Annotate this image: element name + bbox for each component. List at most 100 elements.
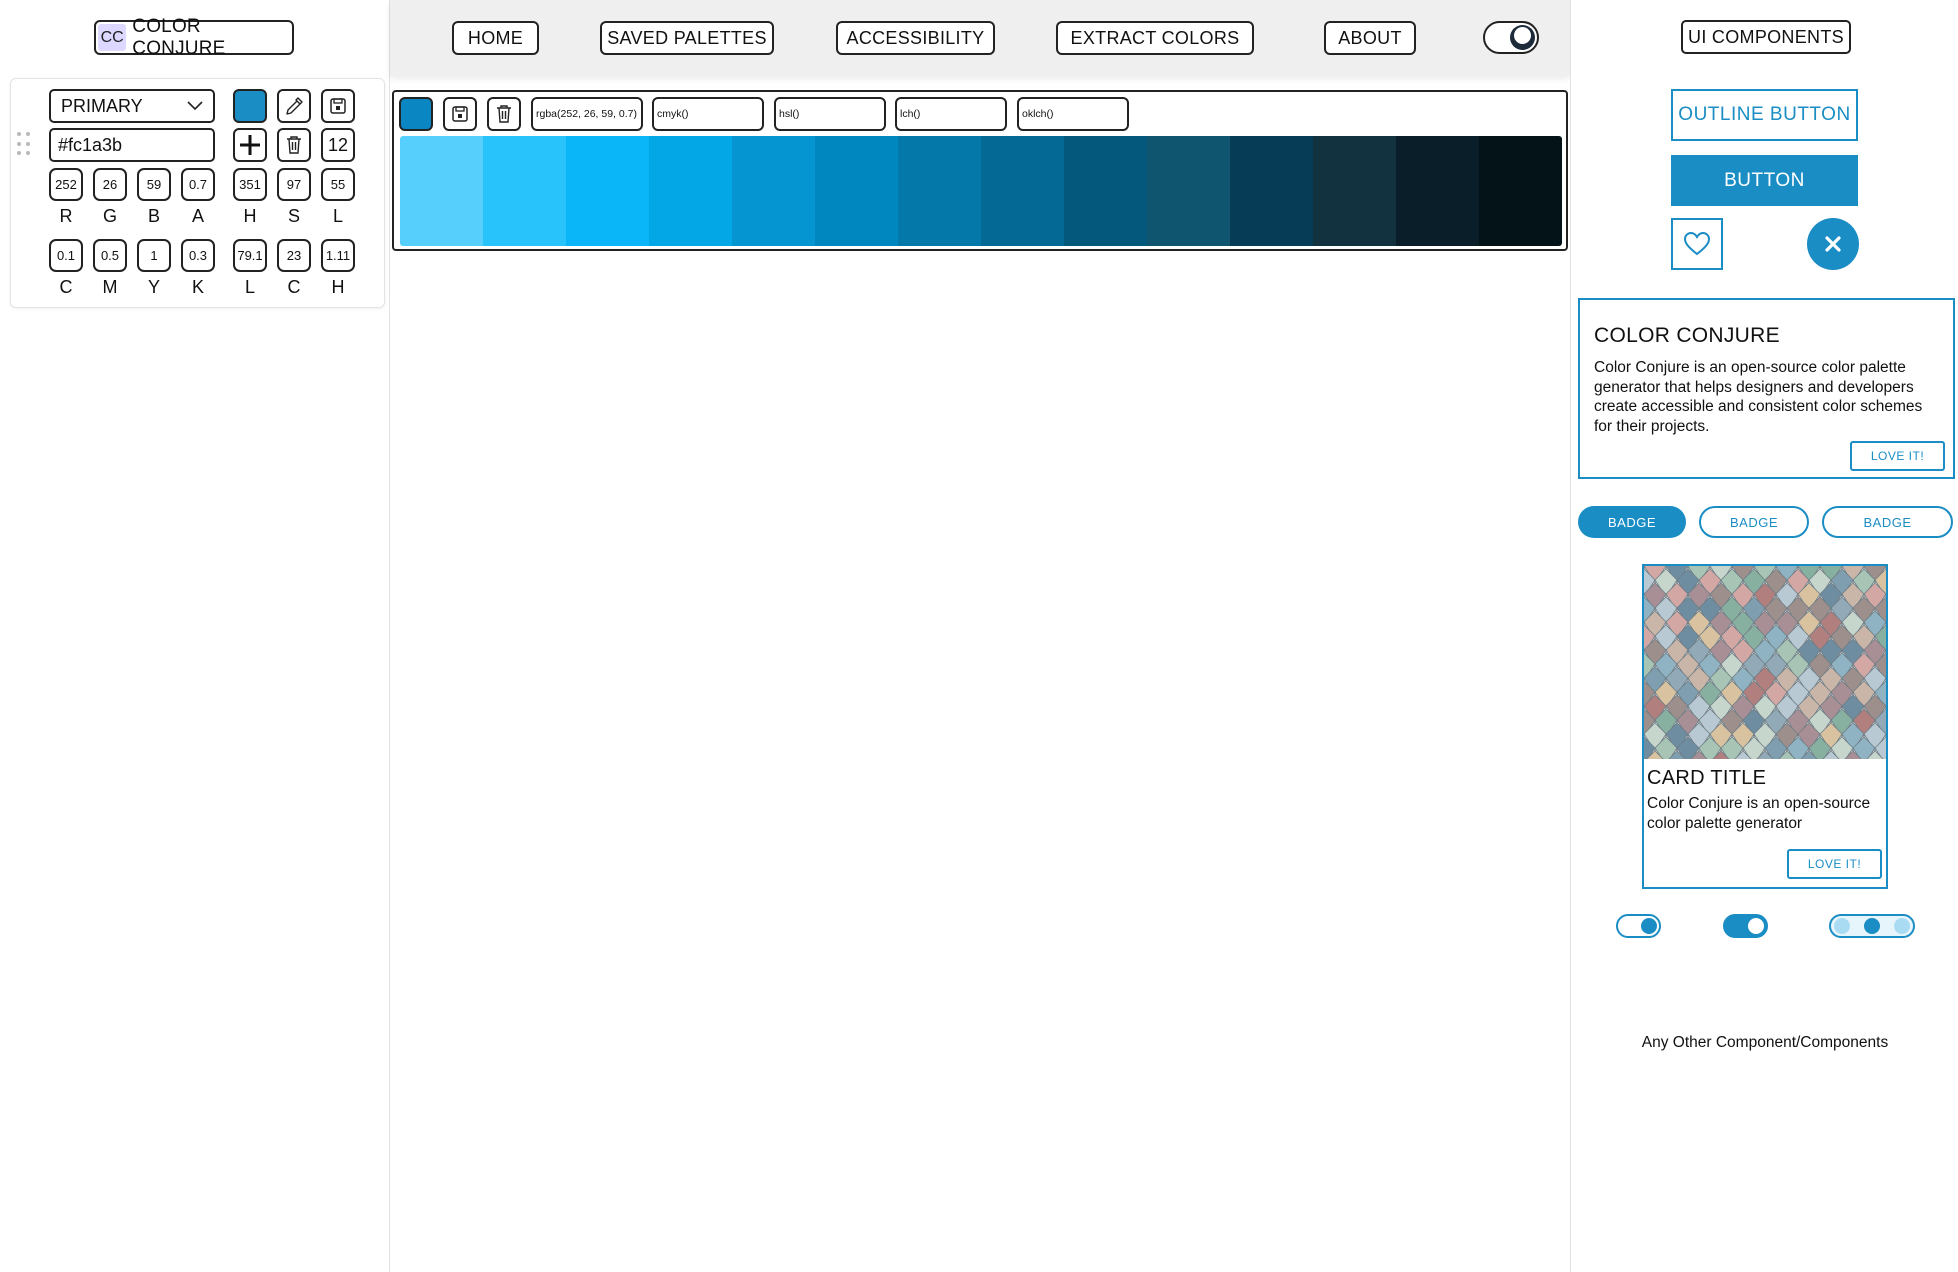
color-role-select[interactable]: PRIMARY bbox=[49, 89, 215, 123]
shade-swatch[interactable] bbox=[400, 136, 483, 246]
drag-handle-icon[interactable] bbox=[17, 132, 31, 158]
solid-button[interactable]: BUTTON bbox=[1671, 155, 1858, 206]
hue-input[interactable]: 351 bbox=[233, 168, 267, 201]
nav-saved-palettes[interactable]: SAVED PALETTES bbox=[600, 21, 774, 55]
lightness-input[interactable]: 55 bbox=[321, 168, 355, 201]
blue-label: B bbox=[147, 206, 160, 226]
rgba-format-field[interactable]: rgba(252, 26, 59, 0.7) bbox=[531, 97, 643, 131]
shade-swatch[interactable] bbox=[898, 136, 981, 246]
eyedropper-icon bbox=[286, 97, 303, 115]
saturation-label: S bbox=[287, 206, 300, 226]
switch-dot-right bbox=[1894, 918, 1910, 934]
trash-icon bbox=[287, 136, 301, 154]
lch-format-field[interactable]: lch() bbox=[895, 97, 1007, 131]
key-label: K bbox=[191, 277, 204, 297]
shade-swatch[interactable] bbox=[566, 136, 649, 246]
card-image bbox=[1644, 566, 1886, 759]
hex-input[interactable]: #fc1a3b bbox=[49, 128, 215, 162]
info-card: COLOR CONJURE Color Conjure is an open-s… bbox=[1578, 298, 1955, 479]
nav-home[interactable]: HOME bbox=[452, 21, 539, 55]
hue-label: H bbox=[243, 206, 257, 226]
alpha-input[interactable]: 0.7 bbox=[181, 168, 215, 201]
cmyk-format-field[interactable]: cmyk() bbox=[652, 97, 764, 131]
save-palette-button[interactable] bbox=[443, 97, 477, 131]
nav-extract-colors[interactable]: EXTRACT COLORS bbox=[1056, 21, 1254, 55]
shade-swatch[interactable] bbox=[732, 136, 815, 246]
moon-icon bbox=[1514, 27, 1531, 44]
yellow-input[interactable]: 1 bbox=[137, 239, 171, 272]
lch-lightness-input[interactable]: 79.1 bbox=[233, 239, 267, 272]
other-components-note: Any Other Component/Components bbox=[1641, 1034, 1889, 1051]
hsl-format-field[interactable]: hsl() bbox=[774, 97, 886, 131]
palette-row: rgba(252, 26, 59, 0.7) cmyk() hsl() lch(… bbox=[392, 90, 1568, 251]
delete-palette-button[interactable] bbox=[487, 97, 521, 131]
shade-swatch[interactable] bbox=[1064, 136, 1147, 246]
oklch-format-field[interactable]: oklch() bbox=[1017, 97, 1129, 131]
magenta-input[interactable]: 0.5 bbox=[93, 239, 127, 272]
shade-swatch[interactable] bbox=[483, 136, 566, 246]
shade-swatch[interactable] bbox=[1396, 136, 1479, 246]
saturation-input[interactable]: 97 bbox=[277, 168, 311, 201]
key-input[interactable]: 0.3 bbox=[181, 239, 215, 272]
ui-components-title: UI COMPONENTS bbox=[1681, 20, 1851, 54]
nav-about[interactable]: ABOUT bbox=[1324, 21, 1416, 55]
badge-outline-wide: BADGE bbox=[1822, 506, 1953, 538]
save-icon bbox=[452, 106, 468, 122]
lch-lightness-label: L bbox=[244, 277, 255, 297]
switch-knob bbox=[1748, 918, 1764, 934]
image-card-love-button[interactable]: LOVE IT! bbox=[1787, 849, 1882, 879]
shade-swatch[interactable] bbox=[1313, 136, 1396, 246]
cyan-label: C bbox=[59, 277, 73, 297]
save-color-button[interactable] bbox=[321, 89, 355, 123]
switch-dot-middle bbox=[1864, 918, 1880, 934]
switch-on[interactable] bbox=[1616, 914, 1661, 938]
shade-count-input[interactable]: 12 bbox=[321, 128, 355, 162]
theme-toggle[interactable] bbox=[1483, 21, 1539, 54]
blue-input[interactable]: 59 bbox=[137, 168, 171, 201]
lch-hue-input[interactable]: 1.11 bbox=[321, 239, 355, 272]
plus-icon bbox=[240, 135, 260, 155]
close-button[interactable] bbox=[1807, 218, 1859, 270]
shade-swatch[interactable] bbox=[815, 136, 898, 246]
alpha-label: A bbox=[191, 206, 204, 226]
switch-dot-left bbox=[1834, 918, 1850, 934]
shade-swatch[interactable] bbox=[1147, 136, 1230, 246]
shade-strip bbox=[400, 136, 1562, 246]
favorite-button[interactable] bbox=[1671, 218, 1723, 270]
badge-solid: BADGE bbox=[1578, 506, 1686, 538]
green-input[interactable]: 26 bbox=[93, 168, 127, 201]
lightness-label: L bbox=[332, 206, 343, 226]
shade-swatch[interactable] bbox=[981, 136, 1064, 246]
shade-swatch[interactable] bbox=[1479, 136, 1562, 246]
add-color-button[interactable] bbox=[233, 128, 267, 162]
nav-accessibility[interactable]: ACCESSIBILITY bbox=[836, 21, 995, 55]
magenta-label: M bbox=[102, 277, 118, 297]
shade-swatch[interactable] bbox=[1230, 136, 1313, 246]
close-icon bbox=[1825, 236, 1841, 252]
logo-text: COLOR CONJURE bbox=[132, 15, 226, 59]
image-card: CARD TITLE Color Conjure is an open-sour… bbox=[1642, 564, 1888, 889]
yellow-label: Y bbox=[147, 277, 160, 297]
switch-filled[interactable] bbox=[1723, 914, 1768, 938]
shade-swatch[interactable] bbox=[649, 136, 732, 246]
chroma-input[interactable]: 23 bbox=[277, 239, 311, 272]
shade-count-value: 12 bbox=[327, 134, 349, 155]
cyan-input[interactable]: 0.1 bbox=[49, 239, 83, 272]
color-picker-sidebar: CC COLOR CONJURE PRIMARY #fc1a3b 12 252 … bbox=[0, 0, 390, 1272]
red-input[interactable]: 252 bbox=[49, 168, 83, 201]
chevron-down-icon bbox=[187, 101, 203, 111]
outline-button[interactable]: OUTLINE BUTTON bbox=[1671, 89, 1858, 141]
color-role-value: PRIMARY bbox=[61, 95, 143, 116]
three-state-switch[interactable] bbox=[1829, 914, 1915, 938]
lch-hue-label: H bbox=[331, 277, 345, 297]
palette-base-color[interactable] bbox=[399, 97, 433, 131]
badge-outline: BADGE bbox=[1699, 506, 1809, 538]
info-card-love-button[interactable]: LOVE IT! bbox=[1850, 441, 1945, 471]
current-color-swatch[interactable] bbox=[233, 89, 267, 123]
eyedropper-button[interactable] bbox=[277, 89, 311, 123]
chroma-label: C bbox=[287, 277, 301, 297]
delete-color-button[interactable] bbox=[277, 128, 311, 162]
hex-value: #fc1a3b bbox=[58, 134, 123, 155]
top-navigation: HOME SAVED PALETTES ACCESSIBILITY EXTRAC… bbox=[390, 0, 1570, 76]
app-logo[interactable]: CC COLOR CONJURE bbox=[94, 16, 294, 59]
